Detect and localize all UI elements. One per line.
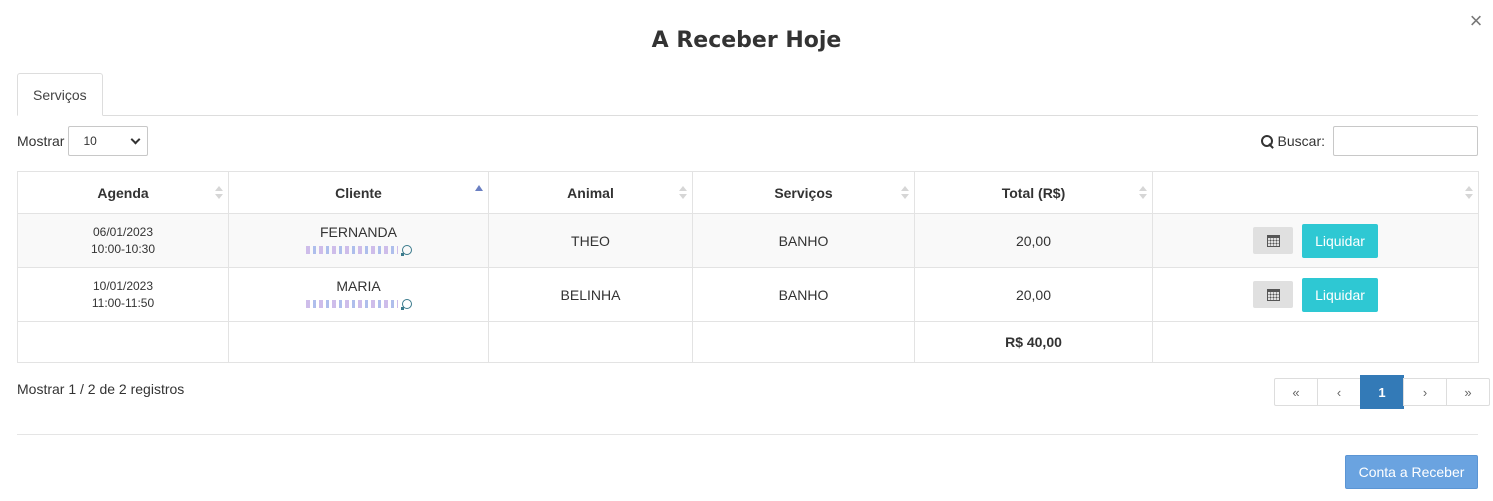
total-cell: 20,00 bbox=[914, 213, 1153, 268]
table-row: 10/01/2023 11:00-11:50 MARIA BELINHA BAN… bbox=[17, 267, 1479, 322]
table-footer-row: R$ 40,00 bbox=[17, 321, 1479, 363]
tab-bar: Serviços bbox=[17, 73, 1478, 116]
whatsapp-icon[interactable] bbox=[400, 299, 412, 310]
first-page-button[interactable]: « bbox=[1274, 378, 1318, 406]
animal-cell: BELINHA bbox=[488, 267, 693, 322]
footer-total: R$ 40,00 bbox=[914, 321, 1153, 363]
reschedule-button[interactable] bbox=[1253, 227, 1294, 254]
services-table: Agenda Cliente Animal Serviços Total (R$… bbox=[17, 171, 1479, 363]
client-cell: MARIA bbox=[228, 267, 489, 322]
sort-icon bbox=[1465, 186, 1473, 202]
column-header-label: Total (R$) bbox=[1001, 184, 1066, 201]
reschedule-button[interactable] bbox=[1253, 281, 1294, 308]
table-header-row: Agenda Cliente Animal Serviços Total (R$… bbox=[17, 171, 1479, 214]
search-label: Buscar: bbox=[1260, 133, 1325, 149]
sort-icon bbox=[679, 186, 687, 202]
search-icon bbox=[1260, 134, 1274, 148]
length-label: Mostrar bbox=[17, 133, 65, 149]
client-phone bbox=[229, 297, 488, 311]
row-actions: Liquidar bbox=[1153, 277, 1478, 312]
column-header-servicos[interactable]: Serviços bbox=[692, 171, 915, 214]
chevron-down-icon bbox=[131, 134, 141, 144]
length-select[interactable]: 10 bbox=[68, 126, 149, 156]
current-page-button[interactable]: 1 bbox=[1360, 375, 1404, 409]
actions-cell: Liquidar bbox=[1152, 213, 1479, 268]
client-phone bbox=[229, 243, 488, 257]
row-actions: Liquidar bbox=[1153, 223, 1478, 258]
agenda-cell: 06/01/2023 10:00-10:30 bbox=[17, 213, 229, 268]
column-header-cliente[interactable]: Cliente bbox=[228, 171, 489, 214]
whatsapp-icon[interactable] bbox=[400, 245, 412, 256]
footer-cell bbox=[488, 321, 693, 363]
liquidar-button[interactable]: Liquidar bbox=[1302, 223, 1378, 258]
column-header-animal[interactable]: Animal bbox=[488, 171, 693, 214]
column-header-label: Cliente bbox=[335, 184, 382, 201]
total-cell: 20,00 bbox=[914, 267, 1153, 322]
search-label-text: Buscar: bbox=[1277, 133, 1325, 149]
sort-ascending-icon bbox=[475, 185, 483, 191]
column-header-label: Serviços bbox=[774, 184, 833, 201]
next-page-button[interactable]: › bbox=[1403, 378, 1447, 406]
column-header-actions[interactable] bbox=[1152, 171, 1479, 214]
calendar-icon bbox=[1266, 234, 1280, 247]
client-cell: FERNANDA bbox=[228, 213, 489, 268]
table-row: 06/01/2023 10:00-10:30 FERNANDA THEO BAN… bbox=[17, 213, 1479, 268]
animal-cell: THEO bbox=[488, 213, 693, 268]
appointment-date: 10/01/2023 bbox=[92, 278, 154, 293]
appointment-time: 10:00-10:30 bbox=[90, 241, 156, 256]
calendar-icon bbox=[1266, 288, 1280, 301]
prev-page-button[interactable]: ‹ bbox=[1317, 378, 1361, 406]
liquidar-button[interactable]: Liquidar bbox=[1302, 277, 1378, 312]
sort-icon bbox=[901, 186, 909, 202]
footer-cell bbox=[228, 321, 489, 363]
search-input[interactable] bbox=[1333, 126, 1478, 156]
column-header-total[interactable]: Total (R$) bbox=[914, 171, 1153, 214]
sort-icon bbox=[215, 186, 223, 202]
length-control: Mostrar 10 bbox=[17, 126, 149, 156]
records-info: Mostrar 1 / 2 de 2 registros bbox=[17, 381, 185, 397]
footer-cell bbox=[1152, 321, 1479, 363]
client-name: FERNANDA bbox=[319, 224, 397, 240]
appointment-date: 06/01/2023 bbox=[92, 224, 154, 239]
modal-title: A Receber Hoje bbox=[651, 28, 842, 53]
last-page-button[interactable]: » bbox=[1446, 378, 1490, 406]
search-control: Buscar: bbox=[1260, 126, 1478, 156]
column-header-label: Animal bbox=[567, 184, 614, 201]
column-header-agenda[interactable]: Agenda bbox=[17, 171, 229, 214]
appointment-time: 11:00-11:50 bbox=[91, 295, 155, 310]
redacted-phone bbox=[305, 246, 398, 254]
tab-servicos[interactable]: Serviços bbox=[17, 73, 103, 116]
footer-cell bbox=[17, 321, 229, 363]
length-selected-value: 10 bbox=[83, 134, 97, 148]
footer-divider bbox=[17, 434, 1478, 435]
service-cell: BANHO bbox=[692, 213, 915, 268]
actions-cell: Liquidar bbox=[1152, 267, 1479, 322]
pagination: « ‹ 1 › » bbox=[1274, 375, 1490, 409]
service-cell: BANHO bbox=[692, 267, 915, 322]
redacted-phone bbox=[305, 300, 398, 308]
sort-icon bbox=[1139, 186, 1147, 202]
conta-a-receber-button[interactable]: Conta a Receber bbox=[1345, 455, 1478, 489]
footer-cell bbox=[692, 321, 915, 363]
agenda-cell: 10/01/2023 11:00-11:50 bbox=[17, 267, 229, 322]
column-header-label: Agenda bbox=[97, 184, 149, 201]
client-name: MARIA bbox=[336, 278, 381, 294]
